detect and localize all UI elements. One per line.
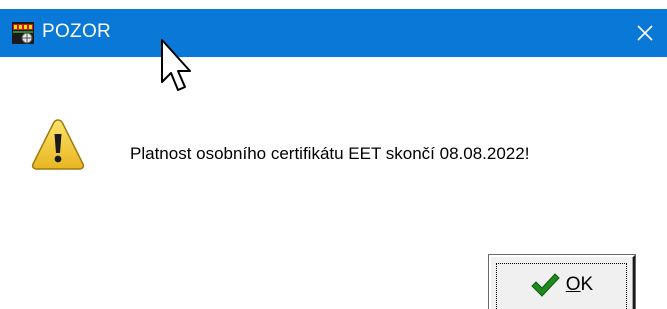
window-title: POZOR [42,21,112,42]
close-button[interactable] [623,9,667,57]
title-bar[interactable]: POZOR [0,9,667,57]
focus-rectangle: OK [496,263,627,309]
close-icon [637,25,653,41]
app-icon [12,22,34,44]
dialog-message: Platnost osobního certifikátu EET skončí… [130,144,530,163]
ok-label-rest: K [580,274,594,295]
checkmark-icon [531,273,560,297]
warning-icon [31,119,85,170]
ok-button-label: OK [566,272,593,298]
ok-button[interactable]: OK [488,254,636,309]
ok-mnemonic: O [565,274,581,295]
